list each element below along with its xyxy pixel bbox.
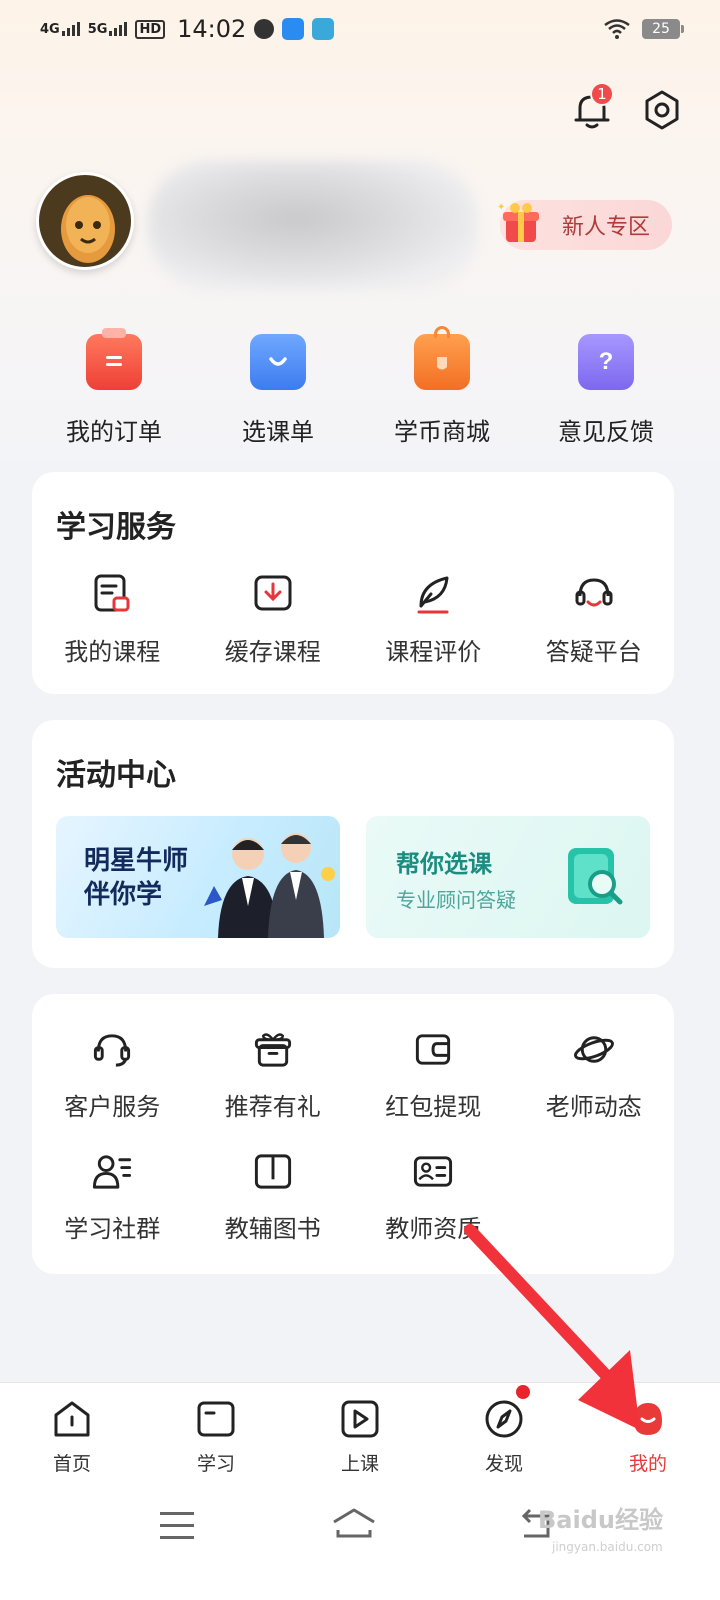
app-notification-icon xyxy=(312,18,335,40)
course-advisor-banner[interactable]: 帮你选课 专业顾问答疑 xyxy=(366,816,650,938)
service-label: 客户服务 xyxy=(64,1093,161,1121)
play-icon xyxy=(341,1400,379,1438)
id-card-icon xyxy=(414,1156,453,1187)
clock: 14:02 xyxy=(177,15,247,43)
customer-service-button[interactable]: 客户服务 xyxy=(32,1028,193,1122)
username-redacted xyxy=(148,160,478,290)
quick-action-label: 选课单 xyxy=(242,418,314,446)
referral-reward-button[interactable]: 推荐有礼 xyxy=(193,1028,354,1122)
star-teacher-banner[interactable]: 明星牛师伴你学 xyxy=(56,816,340,938)
tab-label: 上课 xyxy=(340,1453,379,1475)
course-icon xyxy=(94,574,130,612)
watermark-url: jingyan.baidu.com xyxy=(552,1540,663,1554)
download-icon xyxy=(254,575,292,611)
banner-text: 明星牛师伴你学 xyxy=(84,846,189,910)
planet-icon xyxy=(573,1036,614,1063)
gift-icon: ✦ xyxy=(497,202,539,242)
notification-badge: 1 xyxy=(590,82,614,106)
signal-4g: 4G xyxy=(40,22,80,36)
study-icon xyxy=(197,1401,235,1437)
clipboard-icon xyxy=(86,328,142,390)
wallet-icon xyxy=(416,1034,451,1065)
study-services-card: 学习服务 我的课程 缓存课程 课程评价 答疑平台 xyxy=(32,472,674,694)
battery-icon: 25 xyxy=(642,19,684,39)
community-icon xyxy=(93,1155,132,1189)
bag-icon xyxy=(250,334,306,390)
my-courses-button[interactable]: 我的课程 xyxy=(32,572,193,667)
activity-center-card: 活动中心 明星牛师伴你学 帮你选课 专业顾问答疑 xyxy=(32,720,674,968)
home-icon xyxy=(54,1401,90,1437)
service-label: 教辅图书 xyxy=(224,1215,321,1243)
service-label: 答疑平台 xyxy=(545,638,642,666)
quick-action-label: 我的订单 xyxy=(66,418,162,446)
study-community-button[interactable]: 学习社群 xyxy=(32,1150,193,1244)
home-nav-icon[interactable] xyxy=(330,1506,378,1542)
redpacket-withdraw-button[interactable]: 红包提现 xyxy=(353,1028,514,1122)
service-label: 我的课程 xyxy=(64,638,161,666)
book-icon xyxy=(254,1154,291,1189)
tab-label: 我的 xyxy=(628,1453,667,1475)
chat-icon xyxy=(254,19,275,39)
coin-mall-button[interactable]: 学币商城 xyxy=(360,326,524,447)
teachers-illustration xyxy=(204,833,335,938)
shop-icon xyxy=(414,326,470,390)
cached-courses-button[interactable]: 缓存课程 xyxy=(193,572,354,667)
annotation-arrow xyxy=(464,1224,640,1430)
tab-study[interactable]: 学习 xyxy=(144,1383,288,1486)
feather-icon xyxy=(417,576,449,614)
course-review-button[interactable]: 课程评价 xyxy=(353,572,514,667)
service-label: 学习社群 xyxy=(64,1215,161,1243)
question-icon: ? xyxy=(578,334,634,390)
teacher-updates-button[interactable]: 老师动态 xyxy=(514,1028,675,1122)
feedback-button[interactable]: ? 意见反馈 xyxy=(524,330,688,447)
headset-icon xyxy=(575,578,613,607)
headphones-icon xyxy=(94,1034,131,1067)
quick-actions: 我的订单 选课单 学币商城 ? 意见反馈 xyxy=(32,326,688,447)
avatar[interactable] xyxy=(36,172,134,270)
tab-label: 学习 xyxy=(196,1453,235,1475)
svg-text:✦: ✦ xyxy=(497,202,505,213)
gift-icon xyxy=(254,1033,291,1067)
hd-icon: HD xyxy=(135,19,166,39)
service-label: 推荐有礼 xyxy=(224,1093,321,1121)
tab-label: 发现 xyxy=(484,1453,523,1475)
service-label: 红包提现 xyxy=(385,1093,482,1121)
tab-label: 首页 xyxy=(52,1453,91,1475)
newbie-zone-label: 新人专区 xyxy=(561,215,650,240)
recent-apps-icon[interactable] xyxy=(160,1512,194,1548)
book-search-icon xyxy=(568,848,623,905)
quick-action-label: 意见反馈 xyxy=(558,418,654,446)
wifi-icon xyxy=(604,19,630,39)
tab-home[interactable]: 首页 xyxy=(0,1383,144,1486)
network-label: 4G xyxy=(40,22,60,37)
section-title: 活动中心 xyxy=(56,758,176,793)
network-label: 5G xyxy=(87,22,108,37)
settings-icon[interactable] xyxy=(640,88,684,132)
section-title: 学习服务 xyxy=(56,510,176,545)
banner-title: 帮你选课 xyxy=(396,850,492,878)
my-orders-button[interactable]: 我的订单 xyxy=(32,328,196,447)
quick-action-label: 学币商城 xyxy=(394,418,490,446)
textbooks-button[interactable]: 教辅图书 xyxy=(193,1150,354,1244)
signal-5g: 5G xyxy=(88,22,128,36)
service-label: 课程评价 xyxy=(385,638,482,666)
watermark: Baidu经验 xyxy=(538,1506,663,1534)
qa-platform-button[interactable]: 答疑平台 xyxy=(514,572,675,667)
app-notification-icon xyxy=(282,18,305,40)
status-bar: 4G 5G HD 14:02 25 xyxy=(0,0,720,58)
banner-subtitle: 专业顾问答疑 xyxy=(396,888,516,912)
tab-class[interactable]: 上课 xyxy=(288,1383,432,1486)
service-label: 老师动态 xyxy=(545,1093,642,1121)
course-cart-button[interactable]: 选课单 xyxy=(196,330,360,447)
service-label: 缓存课程 xyxy=(224,638,321,666)
